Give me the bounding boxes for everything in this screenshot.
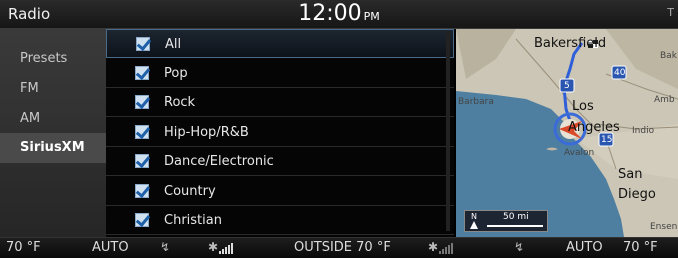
driver-airflow-icon[interactable]: ↯	[160, 240, 170, 254]
highway-40-label: 40	[614, 68, 626, 78]
genre-list: All Pop Rock Hip-Hop/R&B Dance/Electroni…	[106, 29, 454, 237]
signal-icon: 𝖳	[667, 6, 674, 19]
map-city-amb: Amb	[654, 95, 675, 105]
clock: 12:00 PM	[0, 1, 678, 26]
sidebar-item-label: FM	[20, 81, 39, 96]
checkbox-country[interactable]	[135, 184, 149, 198]
sidebar-item-label: SiriusXM	[20, 140, 85, 155]
list-item-christian[interactable]: Christian	[106, 206, 454, 235]
passenger-auto-mode[interactable]: AUTO	[566, 240, 603, 255]
sidebar-item-presets[interactable]: Presets	[0, 44, 106, 74]
clock-ampm: PM	[363, 10, 380, 23]
highway-15-label: 15	[601, 135, 613, 145]
map-city-diego: Diego	[618, 187, 656, 202]
outside-temp: OUTSIDE 70 °F	[294, 240, 391, 255]
source-sidebar: Presets FM AM SiriusXM	[0, 29, 106, 237]
list-item-label: Rock	[164, 95, 196, 110]
checkbox-hiphop[interactable]	[135, 125, 149, 139]
sidebar-item-label: Presets	[20, 51, 68, 66]
map-city-avalon: Avalon	[564, 148, 595, 158]
checkbox-christian[interactable]	[135, 213, 149, 227]
passenger-airflow-icon[interactable]: ↯	[514, 240, 524, 254]
passenger-fan-speed-icon[interactable]: ✱	[428, 240, 454, 254]
north-indicator: N	[471, 212, 477, 221]
map-city-angeles: Angeles	[568, 120, 620, 135]
scale-distance: 50 mi	[503, 212, 529, 222]
sidebar-item-fm[interactable]: FM	[0, 74, 106, 104]
list-item-hiphop[interactable]: Hip-Hop/R&B	[106, 118, 454, 147]
list-item-rock[interactable]: Rock	[106, 88, 454, 117]
list-item-label: Country	[164, 184, 216, 199]
list-item-label: Pop	[164, 66, 188, 81]
sidebar-item-siriusxm[interactable]: SiriusXM	[0, 133, 106, 163]
scale-bar	[487, 225, 543, 227]
list-item-label: Hip-Hop/R&B	[164, 125, 249, 140]
map-city-san: San	[618, 167, 643, 182]
map-city-bak: Bak	[660, 51, 677, 61]
outside-value: 70 °F	[356, 240, 391, 255]
passenger-temp[interactable]: 70 °F	[623, 240, 658, 255]
map-city-barbara: Barbara	[458, 97, 494, 107]
clock-time: 12:00	[298, 1, 362, 26]
checkbox-dance[interactable]	[135, 154, 149, 168]
list-item-country[interactable]: Country	[106, 177, 454, 206]
north-arrow-icon	[470, 221, 478, 229]
checkbox-rock[interactable]	[135, 95, 149, 109]
map-scale: N 50 mi	[464, 210, 548, 232]
driver-auto-mode[interactable]: AUTO	[92, 240, 129, 255]
sidebar-item-label: AM	[20, 111, 41, 126]
list-item-label: All	[165, 37, 182, 52]
driver-temp[interactable]: 70 °F	[6, 240, 41, 255]
list-item-label: Dance/Electronic	[164, 154, 274, 169]
outside-label: OUTSIDE	[294, 240, 352, 255]
climate-bar: 70 °F AUTO ↯ ✱ OUTSIDE 70 °F ✱ ↯ AUTO 70…	[0, 237, 678, 258]
map-city-los: Los	[572, 99, 594, 114]
list-item-pop[interactable]: Pop	[106, 59, 454, 88]
navigation-map[interactable]: Bakersfield Bak Barbara Amb Los Angeles …	[456, 29, 678, 237]
driver-fan-speed-icon[interactable]: ✱	[208, 240, 234, 254]
map-city-ensen: Ensen	[650, 222, 678, 232]
list-item-label: Christian	[164, 213, 222, 228]
list-item-dance[interactable]: Dance/Electronic	[106, 147, 454, 176]
map-city-indio: Indio	[632, 126, 655, 136]
list-item-all[interactable]: All	[106, 29, 454, 58]
highway-5-label: 5	[564, 81, 570, 91]
checkbox-all[interactable]	[136, 37, 150, 51]
map-city-bakersfield: Bakersfield	[534, 36, 607, 51]
sidebar-item-am[interactable]: AM	[0, 104, 106, 134]
checkbox-pop[interactable]	[135, 66, 149, 80]
list-scrollbar[interactable]	[446, 31, 450, 231]
status-bar: Radio 12:00 PM 𝖳	[0, 0, 678, 29]
